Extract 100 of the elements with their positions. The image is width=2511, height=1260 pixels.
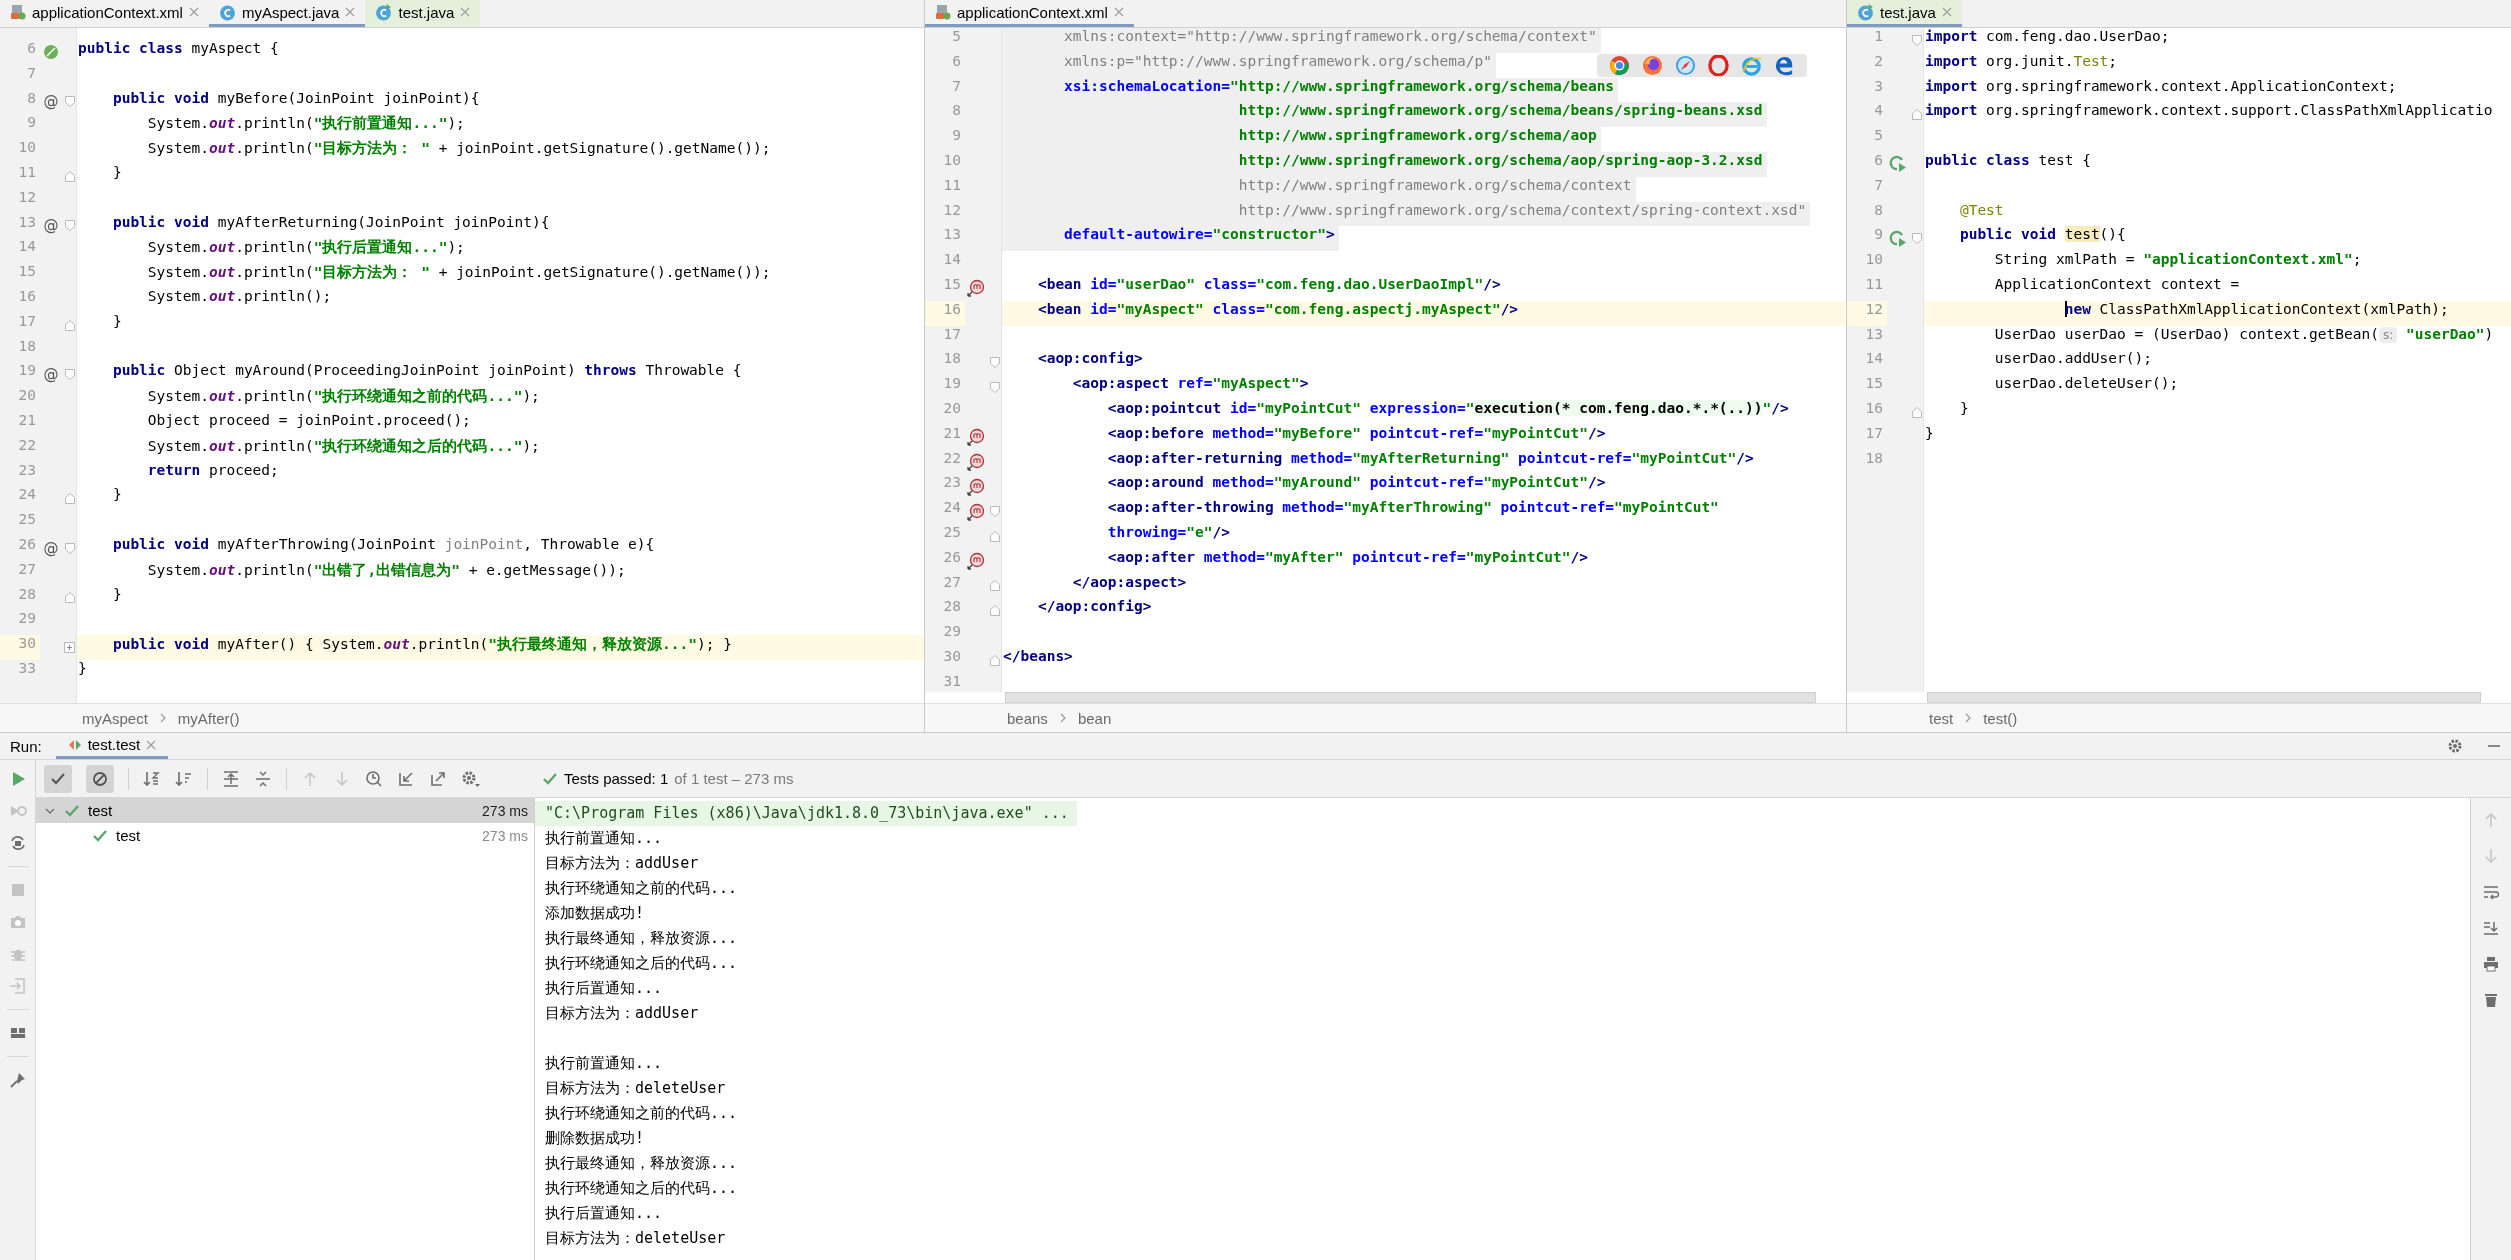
fold-icon[interactable] — [64, 493, 75, 505]
editor-tab[interactable]: test.java — [365, 0, 481, 27]
settings-icon[interactable] — [2447, 738, 2463, 754]
fold-icon[interactable] — [989, 357, 1000, 369]
code-line: } — [111, 164, 123, 182]
code-line: ApplicationContext context = — [1993, 275, 2241, 294]
line-number: 11 — [17, 164, 37, 182]
fold-icon[interactable] — [64, 319, 75, 331]
close-icon[interactable] — [1113, 7, 1124, 17]
navigate-icon[interactable] — [967, 279, 985, 298]
close-icon[interactable] — [188, 7, 199, 17]
sort-icon[interactable] — [175, 769, 193, 788]
fold-icon[interactable] — [989, 530, 1000, 542]
breadcrumb[interactable]: test — [1929, 709, 1954, 727]
code-line: userDao.deleteUser(); — [1993, 375, 2180, 394]
browser-icon[interactable] — [1642, 55, 1663, 76]
up-arrow-icon[interactable] — [2483, 812, 2499, 828]
fold-icon[interactable] — [64, 369, 75, 381]
advice-marker[interactable]: @ — [43, 367, 59, 383]
run-tab[interactable]: test.test — [55, 733, 169, 759]
breadcrumb[interactable]: bean — [1077, 709, 1112, 727]
fold-icon[interactable] — [989, 654, 1000, 666]
breadcrumb[interactable]: myAfter() — [177, 709, 240, 727]
code-line: return proceed; — [146, 461, 280, 480]
fold-icon[interactable] — [1911, 406, 1922, 418]
test-tree-item[interactable]: test 273 ms — [36, 798, 534, 823]
line-number: 4 — [1873, 102, 1884, 121]
down-arrow-icon[interactable] — [333, 769, 351, 788]
fold-icon[interactable] — [64, 592, 75, 604]
fold-icon[interactable] — [989, 382, 1000, 394]
fold-icon[interactable] — [989, 605, 1000, 617]
export-icon[interactable] — [429, 769, 447, 788]
navigate-icon[interactable] — [967, 552, 985, 571]
advice-marker[interactable]: @ — [43, 218, 59, 234]
exit-icon[interactable] — [8, 977, 27, 995]
line-number: 25 — [942, 523, 962, 542]
browser-icon[interactable] — [1708, 55, 1729, 76]
scroll-end-icon[interactable] — [2483, 920, 2499, 936]
navigate-icon[interactable] — [967, 502, 985, 521]
horizontal-scrollbar[interactable] — [1927, 692, 2481, 703]
history-icon[interactable] — [365, 769, 383, 788]
fold-icon[interactable] — [64, 542, 75, 554]
browser-icon[interactable] — [1741, 55, 1762, 76]
navigate-icon[interactable] — [967, 477, 985, 496]
fold-icon[interactable] — [64, 220, 75, 232]
show-ignored-button[interactable] — [86, 764, 114, 793]
horizontal-scrollbar[interactable] — [1005, 692, 1816, 703]
expand-icon[interactable] — [64, 642, 75, 653]
browser-icon[interactable] — [1675, 55, 1696, 76]
collapse-all-icon[interactable] — [254, 769, 272, 788]
run-test-icon[interactable] — [1889, 229, 1907, 248]
breadcrumb[interactable]: test() — [1983, 709, 2018, 727]
wrap-icon[interactable] — [2483, 884, 2499, 900]
code-line: <bean id="userDao" class="com.feng.dao.UserDaoImpl"/> — [1036, 275, 1502, 294]
line-number: 18 — [17, 337, 37, 356]
editor-tab[interactable]: applicationContext.xml — [0, 0, 209, 27]
trash-icon[interactable] — [2483, 992, 2499, 1008]
close-icon[interactable] — [146, 739, 157, 750]
fold-icon[interactable] — [1911, 109, 1922, 121]
import-icon[interactable] — [397, 769, 415, 788]
duration-text: 273 ms — [482, 827, 528, 844]
navigate-icon[interactable] — [967, 428, 985, 447]
close-icon[interactable] — [1941, 7, 1952, 17]
line-number: 2 — [1873, 52, 1884, 71]
down-arrow-icon[interactable] — [2483, 848, 2499, 864]
navigate-icon[interactable] — [967, 452, 985, 471]
settings-icon[interactable] — [461, 769, 481, 788]
close-icon[interactable] — [460, 7, 471, 17]
fold-icon[interactable] — [1911, 233, 1922, 245]
show-passed-button[interactable] — [44, 764, 72, 793]
fold-icon[interactable] — [989, 580, 1000, 592]
run-test-icon[interactable] — [1889, 155, 1907, 174]
code-line: public void myAfterReturning(JoinPoint joinPoint){ — [111, 213, 551, 232]
editor-tab[interactable]: test.java — [1847, 0, 1962, 27]
line-number: 6 — [1873, 152, 1884, 170]
test-tree-item[interactable]: test 273 ms — [36, 823, 534, 848]
line-number: 20 — [942, 399, 962, 418]
bean-icon[interactable] — [43, 44, 59, 61]
camera-icon[interactable] — [8, 913, 27, 931]
fold-icon[interactable] — [64, 170, 75, 182]
fold-icon[interactable] — [1911, 34, 1922, 46]
fold-icon[interactable] — [64, 96, 75, 108]
browser-icon[interactable] — [1609, 55, 1630, 76]
expand-all-icon[interactable] — [222, 769, 240, 788]
console-line: 目标方法为：deleteUser — [544, 1078, 727, 1099]
breadcrumb[interactable]: beans — [1007, 709, 1048, 727]
code-line: System.out.println("目标方法为： " + joinPoint.getSignature().getName()); — [146, 263, 772, 283]
advice-marker[interactable]: @ — [43, 94, 59, 110]
close-icon[interactable] — [345, 7, 356, 17]
fold-icon[interactable] — [989, 506, 1000, 518]
advice-marker[interactable]: @ — [43, 540, 59, 556]
refresh-icon[interactable] — [8, 834, 27, 852]
browser-icon[interactable] — [1774, 55, 1795, 76]
sort-icon[interactable] — [143, 769, 161, 788]
line-number: 27 — [942, 573, 962, 592]
breadcrumb[interactable]: myAspect — [82, 709, 148, 727]
pin-icon[interactable] — [8, 1071, 27, 1089]
code-line: <aop:around method="myAround" pointcut-ref="myPointCut"/> — [1106, 474, 1607, 493]
line-number: 22 — [942, 449, 962, 468]
print-icon[interactable] — [2483, 956, 2499, 972]
